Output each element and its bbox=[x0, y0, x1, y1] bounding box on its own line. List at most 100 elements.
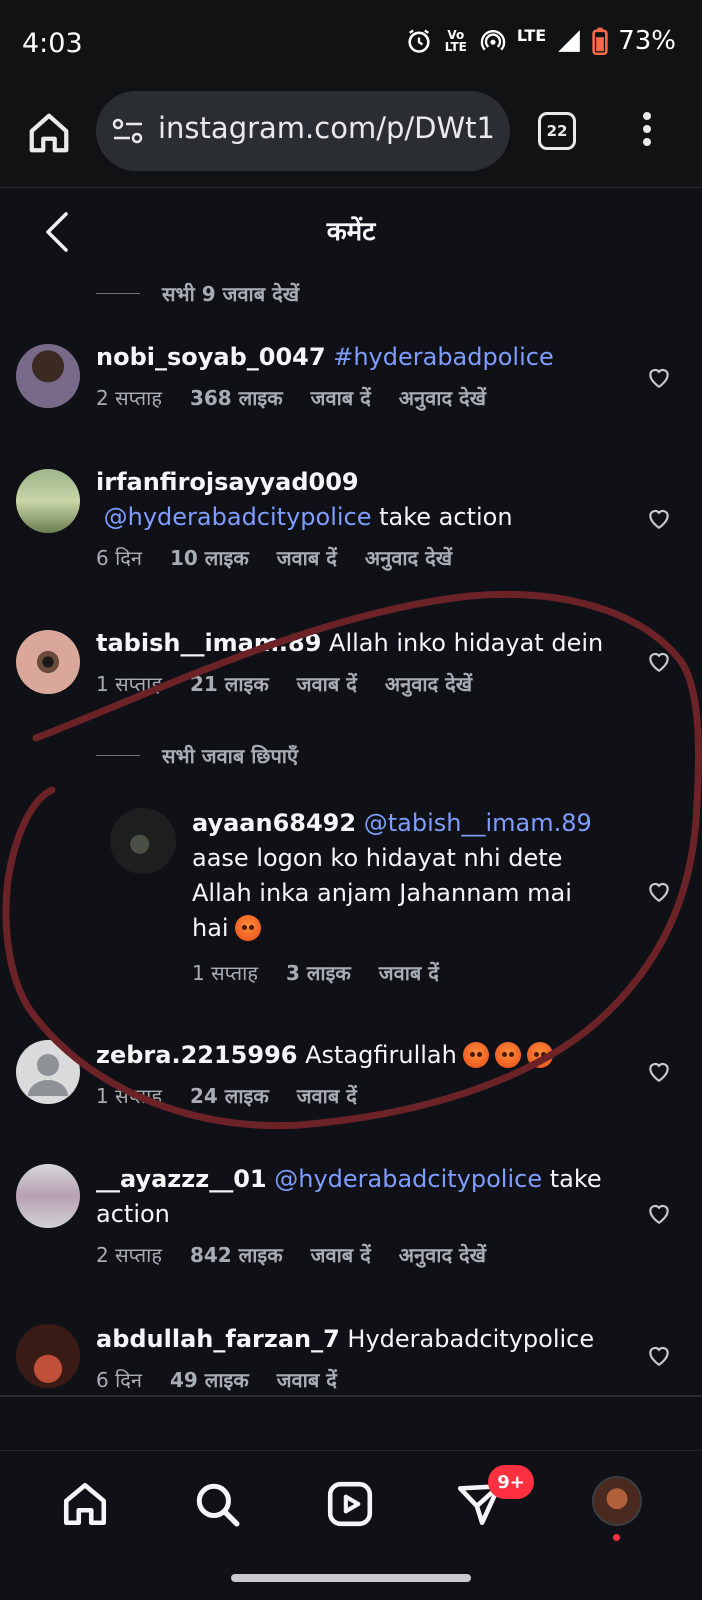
comment-body: __ayazzz__01 @hyderabadcitypolice take a… bbox=[96, 1162, 616, 1273]
heart-icon[interactable] bbox=[646, 648, 672, 674]
home-icon[interactable] bbox=[26, 110, 72, 156]
comment-meta: 2 सप्ताह 368 लाइक जवाब दें अनुवाद देखें bbox=[96, 381, 616, 416]
avatar[interactable] bbox=[16, 344, 80, 408]
comment-body: zebra.2215996 Astagfirullah 1 सप्ताह 24 … bbox=[96, 1038, 616, 1114]
comment-likes[interactable]: 24 लाइक bbox=[190, 1079, 269, 1114]
comment-username[interactable]: __ayazzz__01 bbox=[96, 1165, 267, 1193]
avatar[interactable] bbox=[16, 469, 80, 533]
comment-username[interactable]: tabish__imam.89 bbox=[96, 629, 321, 657]
translate-button[interactable]: अनुवाद देखें bbox=[365, 541, 452, 576]
search-icon[interactable] bbox=[192, 1479, 242, 1529]
comment-time: 1 सप्ताह bbox=[96, 1084, 162, 1108]
tune-icon[interactable] bbox=[112, 117, 144, 145]
view-replies-button[interactable]: सभी 9 जवाब देखें bbox=[96, 280, 299, 307]
comment-time: 2 सप्ताह bbox=[96, 1243, 162, 1267]
gesture-home-bar[interactable] bbox=[231, 1574, 471, 1582]
page-title: कमेंट bbox=[326, 217, 376, 247]
reels-icon[interactable] bbox=[325, 1479, 375, 1529]
alarm-icon bbox=[408, 29, 430, 53]
comment-meta: 6 दिन 49 लाइक जवाब दें bbox=[96, 1363, 616, 1398]
comment-likes[interactable]: 368 लाइक bbox=[190, 381, 283, 416]
status-icons: Vo LTE LTE 73% bbox=[405, 26, 676, 56]
comment-time: 6 दिन bbox=[96, 1368, 142, 1392]
comment-meta: 1 सप्ताह 24 लाइक जवाब दें bbox=[96, 1079, 616, 1114]
heart-icon[interactable] bbox=[646, 1200, 672, 1226]
comment-time: 6 दिन bbox=[96, 546, 142, 570]
view-replies-label: सभी 9 जवाब देखें bbox=[162, 282, 300, 306]
comment-body: ayaan68492 @tabish__imam.89 aase logon k… bbox=[192, 806, 612, 991]
default-avatar-icon bbox=[28, 1054, 68, 1096]
angry-face-emoji bbox=[462, 1042, 489, 1068]
profile-notification-dot bbox=[613, 1534, 620, 1541]
comment-text: Hyderabadcitypolice bbox=[339, 1325, 595, 1353]
comment-meta: 6 दिन 10 लाइक जवाब दें अनुवाद देखें bbox=[96, 541, 616, 576]
reply-button[interactable]: जवाब दें bbox=[277, 1363, 337, 1398]
comment-body: irfanfirojsayyad009 @hyderabadcitypolice… bbox=[96, 465, 616, 576]
translate-button[interactable]: अनुवाद देखें bbox=[399, 381, 486, 416]
comment-hashtag[interactable]: #hyderabadpolice bbox=[333, 343, 554, 371]
heart-icon[interactable] bbox=[646, 878, 672, 904]
comment-body: tabish__imam.89 Allah inko hidayat dein … bbox=[96, 626, 616, 702]
heart-icon[interactable] bbox=[646, 1058, 672, 1084]
divider-line bbox=[96, 293, 140, 294]
hotspot-icon bbox=[480, 30, 506, 51]
comment-mention[interactable]: @hyderabadcitypolice bbox=[274, 1165, 542, 1193]
profile-avatar[interactable] bbox=[592, 1476, 642, 1526]
reply-button[interactable]: जवाब दें bbox=[311, 381, 371, 416]
comment-likes[interactable]: 842 लाइक bbox=[190, 1238, 283, 1273]
reply-button[interactable]: जवाब दें bbox=[277, 541, 337, 576]
comment-username[interactable]: irfanfirojsayyad009 bbox=[96, 468, 359, 496]
comment-input-divider bbox=[0, 1395, 702, 1397]
comment-username[interactable]: abdullah_farzan_7 bbox=[96, 1325, 340, 1353]
divider-line bbox=[96, 755, 140, 756]
angry-face-emoji bbox=[234, 915, 261, 941]
comment-text: Astagfirullah bbox=[297, 1041, 457, 1069]
hide-replies-label: सभी जवाब छिपाएँ bbox=[162, 744, 299, 768]
reply-button[interactable]: जवाब दें bbox=[379, 956, 439, 991]
heart-icon[interactable] bbox=[646, 505, 672, 531]
comment-mention[interactable]: @hyderabadcitypolice bbox=[104, 503, 372, 531]
comment-meta: 1 सप्ताह 3 लाइक जवाब दें bbox=[192, 956, 612, 991]
signal-icon bbox=[558, 30, 581, 52]
battery-icon bbox=[592, 27, 608, 55]
battery-percent: 73% bbox=[618, 26, 676, 56]
comment-time: 1 सप्ताह bbox=[192, 961, 258, 985]
url-text: instagram.com/p/DWt1 bbox=[158, 111, 495, 145]
reply-button[interactable]: जवाब दें bbox=[297, 1079, 357, 1114]
comment-mention[interactable]: @tabish__imam.89 bbox=[364, 809, 592, 837]
avatar[interactable] bbox=[16, 1324, 80, 1388]
comment-body: abdullah_farzan_7 Hyderabadcitypolice 6 … bbox=[96, 1322, 616, 1398]
avatar[interactable] bbox=[16, 630, 80, 694]
comment-username[interactable]: ayaan68492 bbox=[192, 809, 356, 837]
angry-face-emoji bbox=[494, 1042, 521, 1068]
browser-toolbar: instagram.com/p/DWt1 22 bbox=[0, 88, 702, 188]
comment-meta: 1 सप्ताह 21 लाइक जवाब दें अनुवाद देखें bbox=[96, 667, 616, 702]
comment-username[interactable]: nobi_soyab_0047 bbox=[96, 343, 326, 371]
comment-likes[interactable]: 21 लाइक bbox=[190, 667, 269, 702]
more-vert-icon[interactable] bbox=[640, 112, 654, 152]
status-bar: 4:03 Vo LTE LTE 73% bbox=[0, 0, 702, 88]
reply-button[interactable]: जवाब दें bbox=[311, 1238, 371, 1273]
reply-button[interactable]: जवाब दें bbox=[297, 667, 357, 702]
heart-icon[interactable] bbox=[646, 1342, 672, 1368]
comment-likes[interactable]: 49 लाइक bbox=[170, 1363, 249, 1398]
address-bar[interactable]: instagram.com/p/DWt1 bbox=[96, 91, 510, 171]
comment-username[interactable]: zebra.2215996 bbox=[96, 1041, 297, 1069]
translate-button[interactable]: अनुवाद देखें bbox=[399, 1238, 486, 1273]
avatar[interactable] bbox=[16, 1164, 80, 1228]
avatar[interactable] bbox=[16, 1040, 80, 1104]
comment-meta: 2 सप्ताह 842 लाइक जवाब दें अनुवाद देखें bbox=[96, 1238, 616, 1273]
home-icon[interactable] bbox=[60, 1479, 110, 1529]
comment-likes[interactable]: 3 लाइक bbox=[286, 956, 351, 991]
heart-icon[interactable] bbox=[646, 364, 672, 390]
comment-likes[interactable]: 10 लाइक bbox=[170, 541, 249, 576]
tabs-icon[interactable]: 22 bbox=[538, 112, 576, 150]
avatar[interactable] bbox=[110, 808, 176, 874]
hide-replies-button[interactable]: सभी जवाब छिपाएँ bbox=[96, 742, 298, 769]
translate-button[interactable]: अनुवाद देखें bbox=[385, 667, 472, 702]
messages-badge: 9+ bbox=[488, 1465, 534, 1499]
angry-face-emoji bbox=[526, 1042, 553, 1068]
comment-text: Allah inko hidayat dein bbox=[321, 629, 604, 657]
lte-label: LTE bbox=[516, 25, 547, 45]
status-time: 4:03 bbox=[22, 28, 83, 59]
